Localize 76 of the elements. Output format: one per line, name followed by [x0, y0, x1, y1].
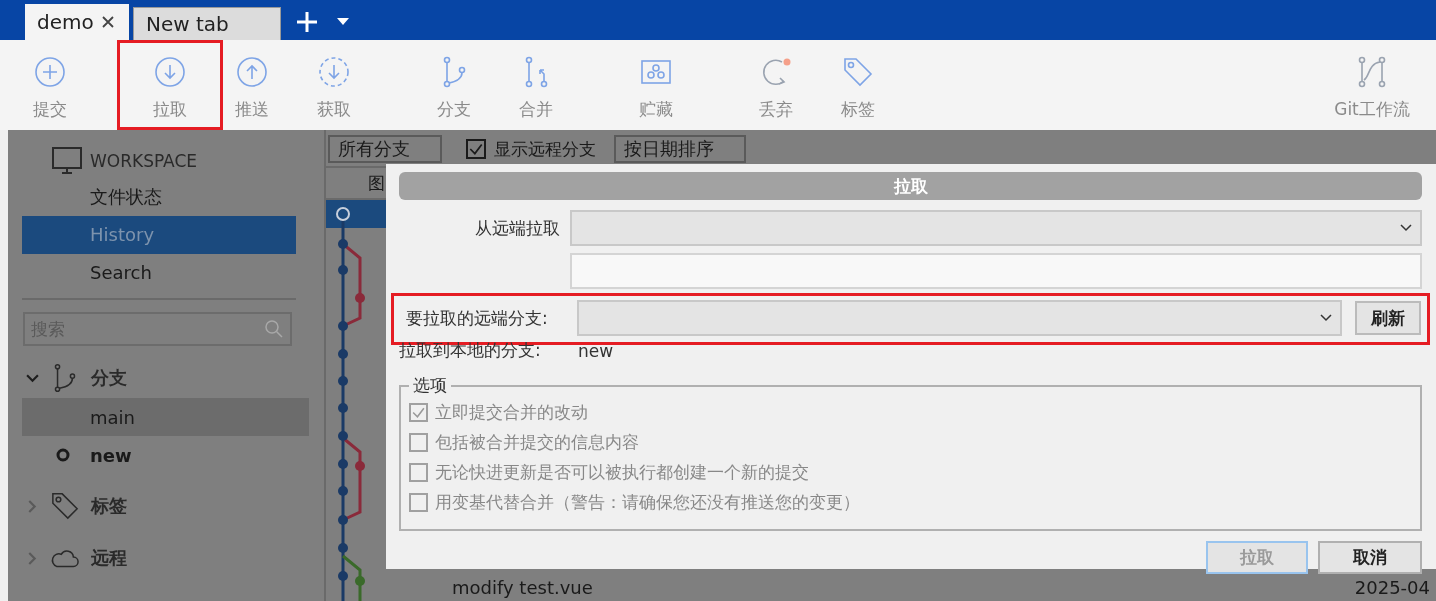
sidebar-item[interactable]: 文件状态 — [22, 178, 296, 216]
dialog-title: 拉取 — [399, 172, 1422, 200]
field-label: 拉取到本地的分支: — [399, 339, 542, 362]
toolbar-button[interactable]: 提交 — [9, 40, 91, 130]
toolbar-button[interactable]: 分支 — [413, 40, 495, 130]
branch-filter-dropdown[interactable]: 所有分支 — [328, 135, 442, 163]
refresh-button[interactable]: 刷新 — [1355, 301, 1421, 335]
toolbar-button[interactable]: 标签 — [817, 40, 899, 130]
checkbox-label: 无论快进更新是否可以被执行都创建一个新的提交 — [435, 460, 809, 484]
remote-branch-dropdown[interactable] — [577, 300, 1342, 336]
remote-dropdown[interactable] — [570, 210, 1422, 246]
local-branch-value: new — [578, 340, 614, 361]
toolbar-button[interactable]: 获取 — [293, 40, 375, 130]
tab-label: New tab — [146, 12, 229, 36]
monitor-icon — [52, 147, 82, 175]
checkbox-label: 用变基代替合并（警告：请确保您还没有推送您的变更） — [435, 490, 860, 514]
checkbox-label: 显示远程分支 — [494, 137, 596, 161]
tag-icon — [842, 55, 874, 88]
commit-dot — [338, 486, 348, 496]
commit-dot — [338, 515, 348, 525]
commit-dot — [355, 576, 365, 586]
up-arrow-circle-icon — [236, 55, 268, 88]
commit-dot — [355, 293, 365, 303]
section-heading[interactable]: 远程 — [91, 546, 127, 570]
section-heading[interactable]: 标签 — [91, 494, 127, 518]
add-tab-icon[interactable] — [295, 10, 319, 34]
input-field[interactable] — [570, 253, 1422, 289]
checkbox[interactable] — [466, 139, 486, 159]
field-label: 从远端拉取 — [474, 216, 560, 240]
section-heading[interactable]: 分支 — [91, 366, 127, 390]
tab[interactable]: New tab — [133, 7, 281, 40]
workspace-heading: WORKSPACE — [90, 151, 198, 171]
column-header: 图 — [368, 171, 385, 195]
cancel-button[interactable]: 取消 — [1318, 541, 1422, 574]
commit-dot — [338, 459, 348, 469]
branch-item[interactable]: main — [22, 398, 309, 436]
tab[interactable]: demo — [25, 4, 129, 40]
commit-dot — [338, 376, 348, 386]
commit-dot — [338, 543, 348, 553]
commit-date: 2025-04 — [1354, 576, 1431, 598]
tag-icon — [51, 491, 79, 521]
tab-label: demo — [37, 10, 94, 34]
toolbar-button[interactable]: Git工作流 — [1330, 40, 1414, 130]
commit-dot — [338, 403, 348, 413]
commit-dot — [338, 321, 348, 331]
current-branch-icon — [56, 448, 70, 462]
toolbar-button[interactable]: 贮藏 — [615, 40, 697, 130]
checkbox-label: 包括被合并提交的信息内容 — [435, 430, 639, 454]
commit-dot — [355, 461, 365, 471]
checkbox-label: 立即提交合并的改动 — [435, 400, 588, 424]
toolbar-button[interactable]: 拉取 — [117, 40, 223, 130]
down-arrow-circle-icon — [154, 55, 186, 88]
chevron-icon — [1400, 224, 1412, 232]
toolbar-button[interactable]: 丢弃 — [735, 40, 817, 130]
group-title: 选项 — [412, 374, 448, 397]
commit-subject: modify test.vue — [452, 576, 593, 598]
close-icon[interactable] — [99, 14, 116, 30]
commit-dot — [338, 239, 348, 249]
commit-dot — [338, 571, 348, 581]
chevron-icon — [1320, 314, 1332, 322]
search-icon — [264, 319, 284, 339]
commit-dot — [338, 431, 348, 441]
sort-dropdown[interactable]: 按日期排序 — [614, 135, 746, 163]
down-arrow-circle-icon — [318, 55, 350, 88]
flow-icon — [1356, 55, 1388, 88]
commit-row[interactable]: modify test.vue 2025-04 — [326, 573, 1436, 601]
plus-circle-icon — [34, 55, 66, 88]
commit-dot — [336, 207, 350, 221]
sidebar-item[interactable]: Search — [22, 254, 296, 292]
field-label: 要拉取的远端分支: — [406, 306, 549, 330]
toolbar-button[interactable]: 合并 — [495, 40, 577, 130]
commit-dot — [338, 265, 348, 275]
commit-dot — [338, 349, 348, 359]
caret-icon[interactable] — [337, 18, 349, 26]
sidebar-item[interactable]: History — [22, 216, 296, 254]
branch-item[interactable]: new — [22, 436, 309, 474]
